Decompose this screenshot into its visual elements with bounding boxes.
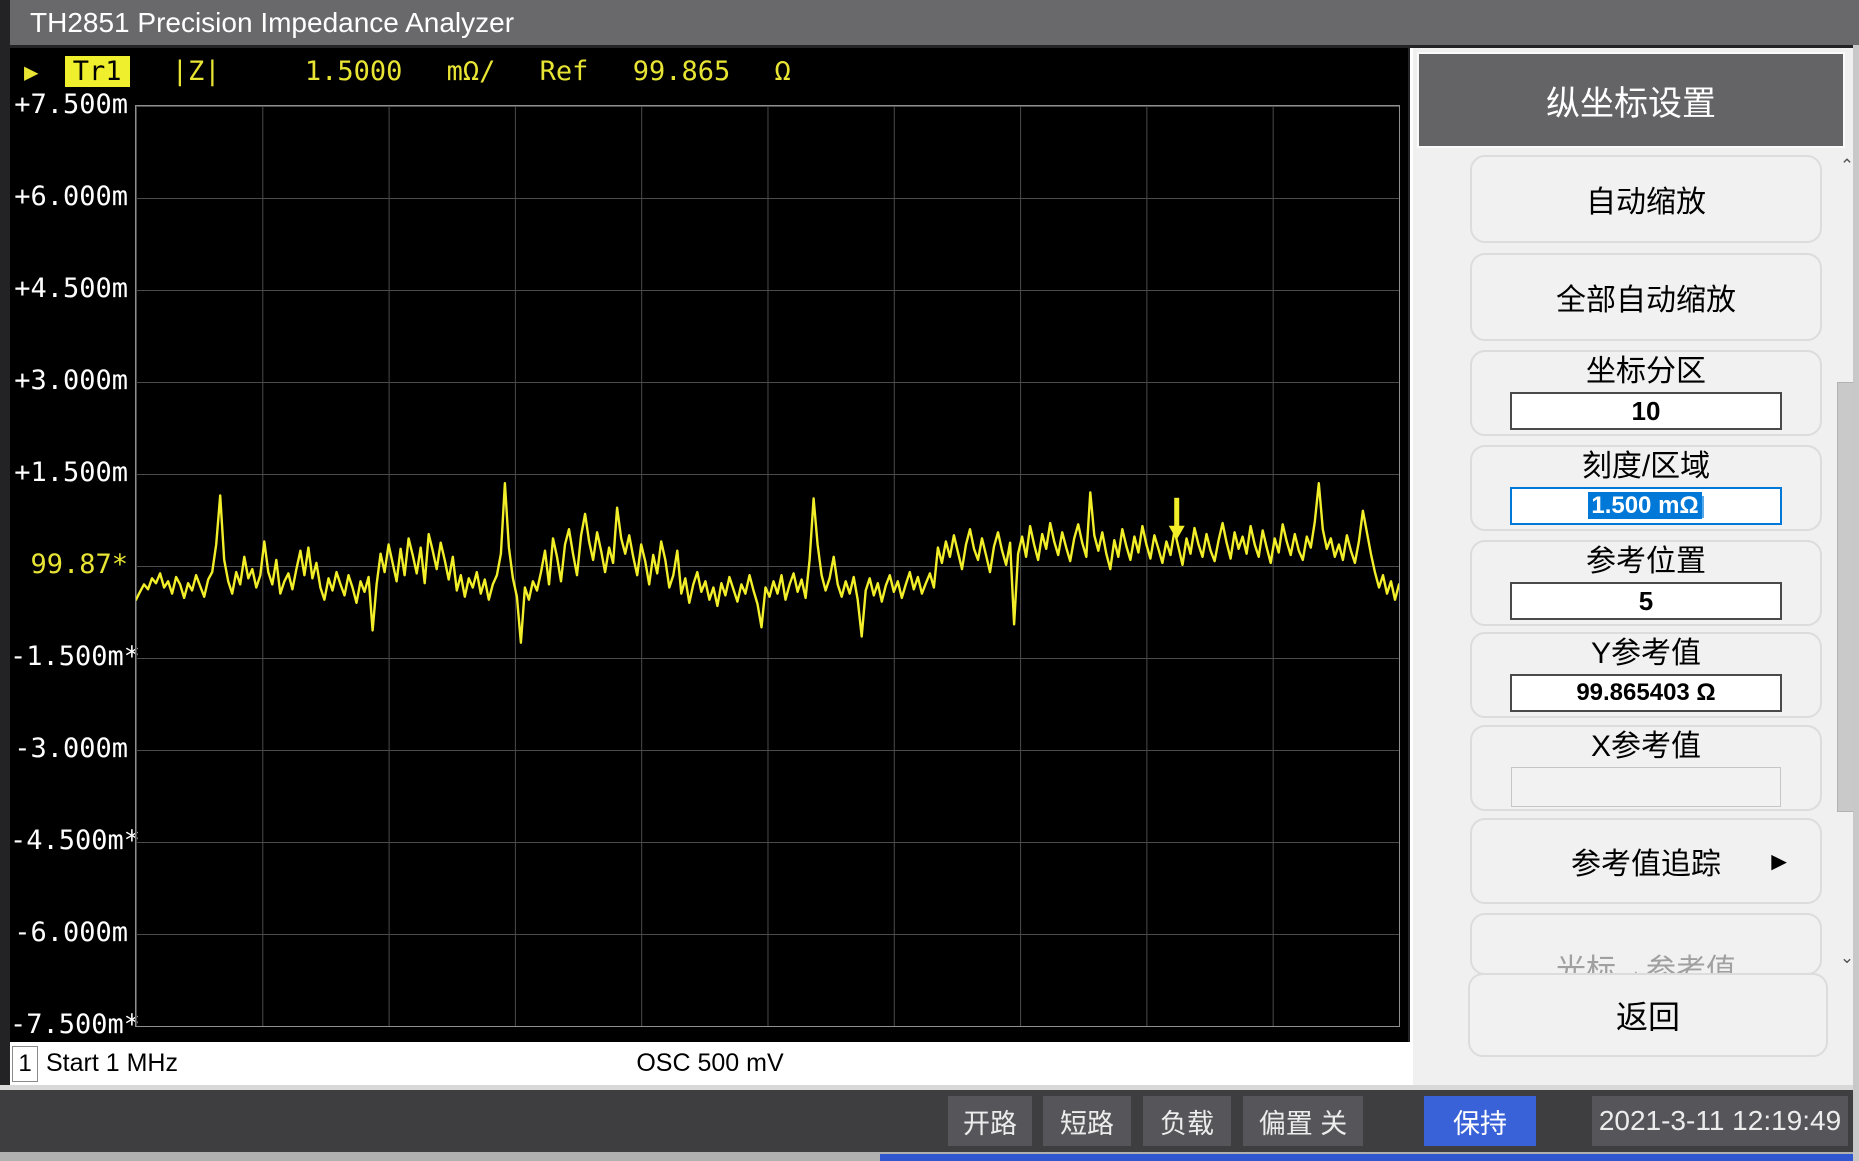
auto-scale-button[interactable]: 自动缩放 (1470, 155, 1822, 243)
trace-ref-label: Ref (540, 56, 589, 87)
x-reference-label: X参考值 (1472, 729, 1820, 765)
text-cursor (1702, 496, 1704, 518)
y-axis-reference-label: 99.87* (10, 550, 128, 580)
trace-ref-unit: Ω (775, 56, 791, 87)
window-bottom-border-blue (880, 1154, 1859, 1161)
vertical-axis-settings-panel: 纵坐标设置 自动缩放 全部自动缩放 坐标分区 10 刻度/区域 1.500 mΩ… (1410, 48, 1859, 1086)
back-button[interactable]: 返回 (1468, 973, 1828, 1057)
cursor-to-reference-label: 光标→参考值 (1556, 945, 1736, 975)
y-reference-input[interactable]: 99.865403 Ω (1510, 674, 1782, 712)
trace-marker-head-icon (1169, 526, 1185, 540)
reference-position-group: 参考位置 5 (1470, 540, 1822, 626)
impedance-trace (136, 106, 1399, 1026)
auto-scale-all-button[interactable]: 全部自动缩放 (1470, 253, 1822, 341)
y-axis-label: -6.000m (10, 918, 128, 948)
reference-position-label: 参考位置 (1472, 544, 1820, 580)
y-axis-label: +4.500m (10, 274, 128, 304)
y-axis-label: +7.500m (10, 90, 128, 120)
selected-text: 1.500 mΩ (1588, 492, 1701, 519)
y-axis-label: +1.500m (10, 458, 128, 488)
y-axis-label: -7.500m* (10, 1010, 128, 1040)
scale-per-division-label: 刻度/区域 (1472, 449, 1820, 485)
datetime-display: 2021-3-11 12:19:49 (1592, 1096, 1848, 1146)
y-axis-label: +6.000m (10, 182, 128, 212)
plot-grid (135, 105, 1400, 1027)
hold-button[interactable]: 保持 (1424, 1096, 1536, 1146)
trace-scale-value: 1.5000 (305, 56, 403, 87)
x-reference-input[interactable] (1511, 767, 1781, 807)
submenu-arrow-icon: ► (1766, 846, 1792, 877)
trace-scale-unit: mΩ/ (447, 56, 496, 87)
bottom-toolbar: 开路 短路 负载 偏置 关 保持 2021-3-11 12:19:49 (0, 1090, 1859, 1152)
divisions-input[interactable]: 10 (1510, 392, 1782, 430)
title-bar: TH2851 Precision Impedance Analyzer (10, 0, 1859, 45)
y-axis-label: -1.500m* (10, 642, 128, 672)
reference-position-input[interactable]: 5 (1510, 582, 1782, 620)
cursor-to-reference-button[interactable]: 光标→参考值 (1470, 913, 1822, 975)
panel-title: 纵坐标设置 (1417, 52, 1845, 148)
trace-header: ▶ Tr1 |Z| 1.5000 mΩ/ Ref 99.865 Ω (24, 56, 819, 90)
window-right-border (1853, 45, 1859, 1161)
bias-off-button[interactable]: 偏置 关 (1243, 1096, 1363, 1146)
reference-track-button[interactable]: 参考值追踪 ► (1470, 818, 1822, 904)
plot-area: ▶ Tr1 |Z| 1.5000 mΩ/ Ref 99.865 Ω +7.500… (10, 48, 1408, 1042)
y-axis-label: +3.000m (10, 366, 128, 396)
channel-number-box: 1 (12, 1046, 38, 1082)
short-correction-button[interactable]: 短路 (1043, 1096, 1131, 1146)
app-window: TH2851 Precision Impedance Analyzer ▶ Tr… (0, 0, 1859, 1161)
divisions-group: 坐标分区 10 (1470, 350, 1822, 436)
y-reference-label: Y参考值 (1472, 636, 1820, 672)
load-correction-button[interactable]: 负载 (1143, 1096, 1231, 1146)
divisions-label: 坐标分区 (1472, 354, 1820, 390)
start-frequency-label: Start 1 MHz (46, 1049, 178, 1078)
active-trace-arrow-icon: ▶ (24, 58, 38, 86)
x-reference-group: X参考值 (1470, 725, 1822, 811)
y-reference-group: Y参考值 99.865403 Ω (1470, 632, 1822, 718)
reference-track-label: 参考值追踪 (1571, 839, 1721, 883)
trace-name-chip[interactable]: Tr1 (65, 56, 130, 87)
y-axis-label: -4.500m* (10, 826, 128, 856)
scale-per-division-group: 刻度/区域 1.500 mΩ (1470, 445, 1822, 531)
scale-per-division-input[interactable]: 1.500 mΩ (1510, 487, 1782, 525)
open-correction-button[interactable]: 开路 (948, 1096, 1032, 1146)
window-title: TH2851 Precision Impedance Analyzer (30, 0, 514, 45)
trace-parameter: |Z| (172, 56, 221, 87)
trace-ref-value: 99.865 (633, 56, 731, 87)
y-axis-label: -3.000m (10, 734, 128, 764)
osc-level-label: OSC 500 mV (570, 1049, 850, 1078)
